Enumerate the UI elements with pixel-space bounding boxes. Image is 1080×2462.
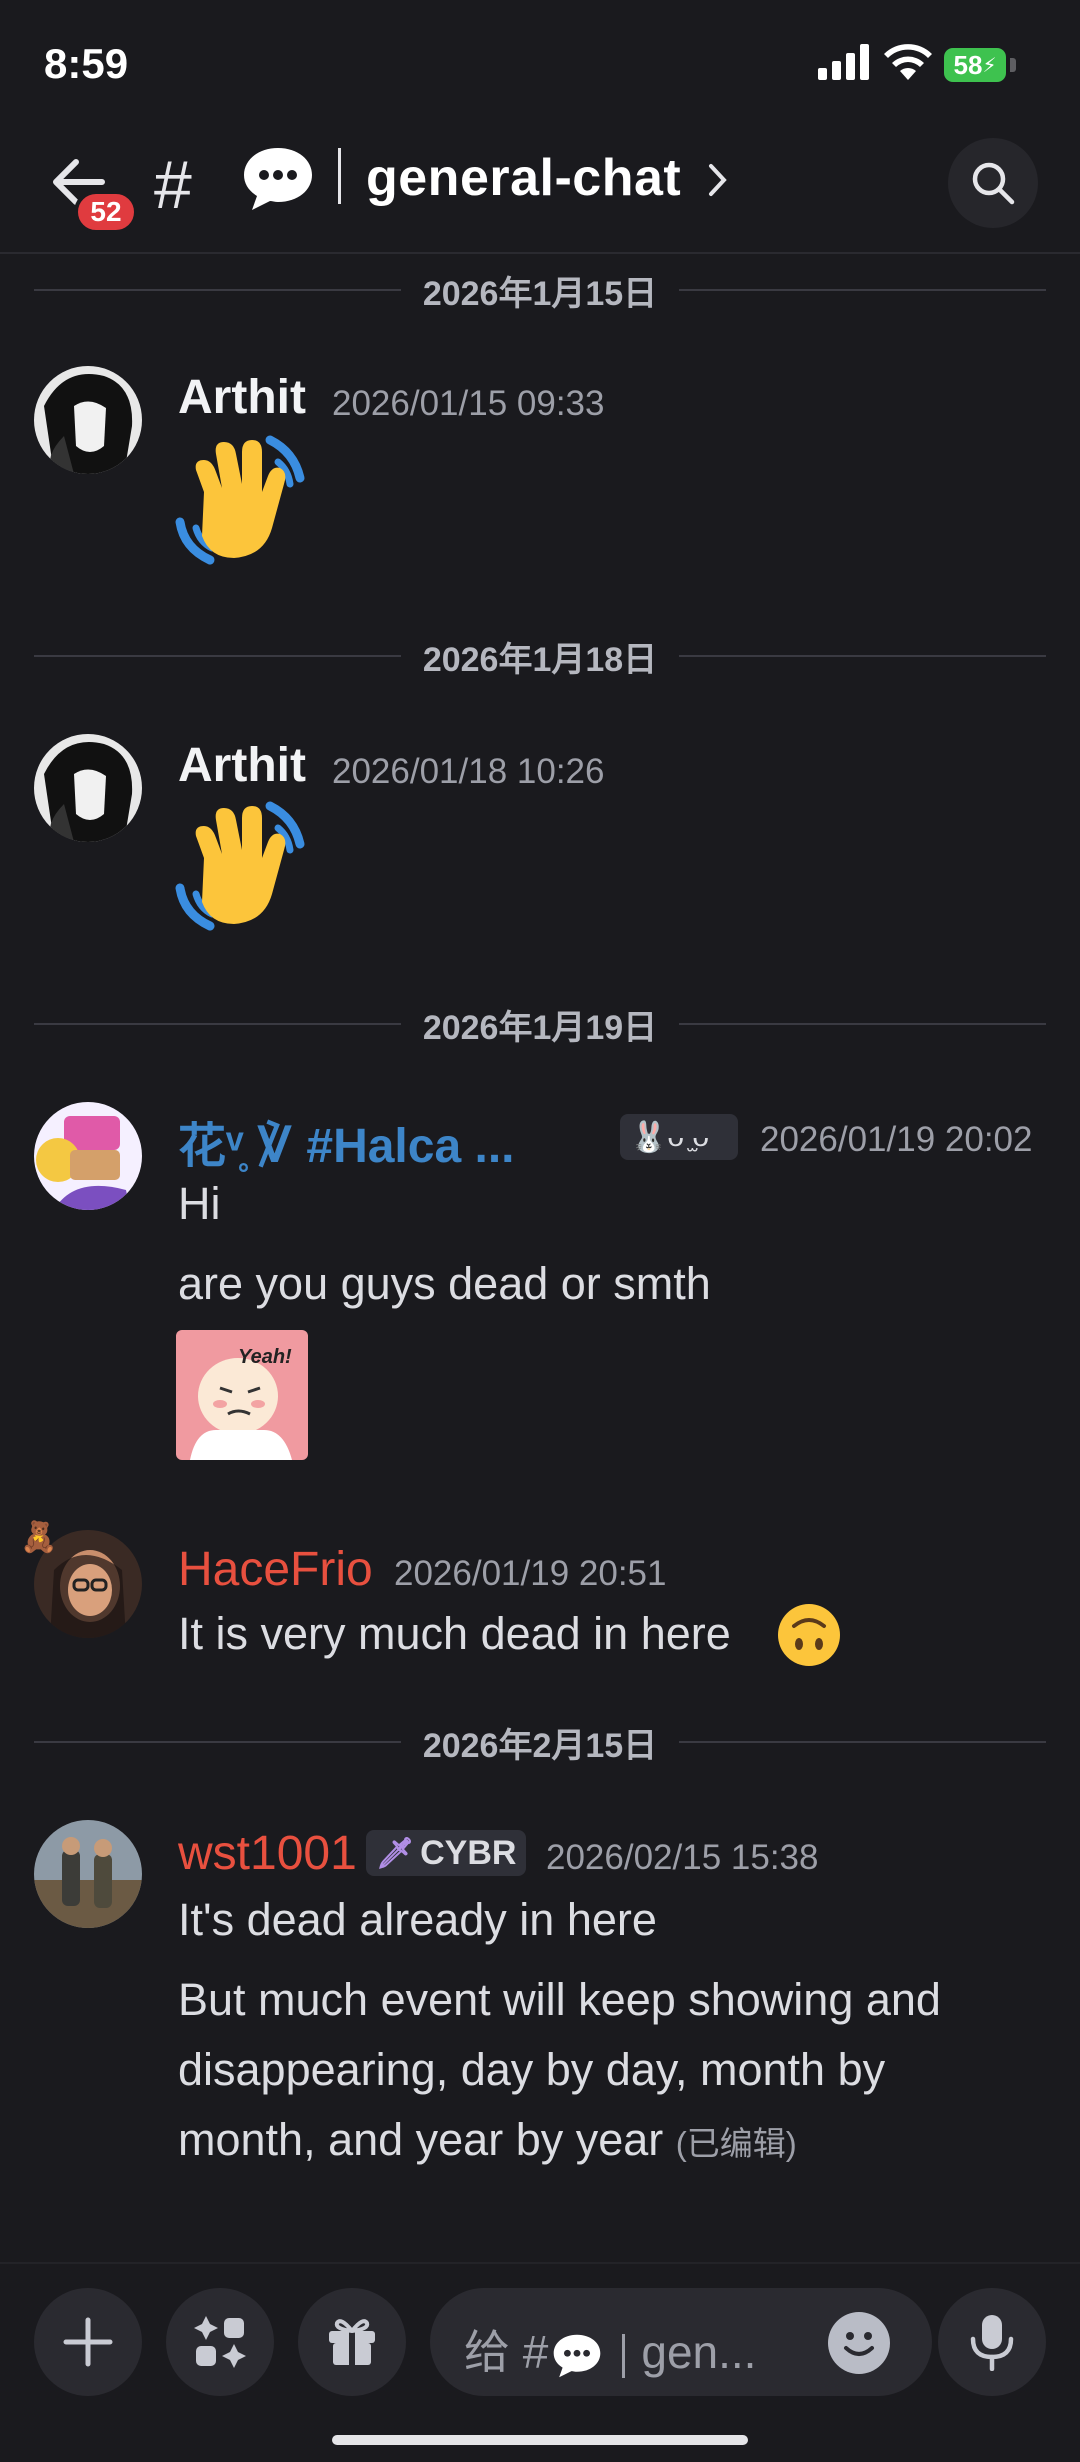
status-bar: 8:59 58 ⚡	[0, 0, 1080, 130]
date-separator-label: 2026年1月19日	[422, 1008, 658, 1047]
voice-message-button[interactable]	[938, 2288, 1046, 2396]
waving-hand-emoji	[175, 801, 305, 931]
timestamp: 2026/02/15 15:38	[546, 1838, 819, 1877]
chevron-right-icon[interactable]	[706, 160, 730, 200]
message-text: disappearing, day by day, month by	[178, 2044, 886, 2095]
date-separator: 2026年1月15日	[34, 270, 1046, 313]
cellular-signal-icon	[818, 44, 869, 80]
user-tag: 🗡 CYBR	[366, 1830, 527, 1876]
waving-hand-emoji	[175, 435, 305, 565]
battery-level: 58	[953, 49, 983, 80]
channel-header: 52 # general-chat	[0, 130, 1080, 254]
message-text: It's dead already in here	[178, 1894, 657, 1945]
message-input[interactable]: 给 # gen...	[430, 2288, 932, 2396]
date-separator-label: 2026年1月18日	[422, 640, 658, 679]
microphone-icon	[970, 2315, 1014, 2371]
search-button[interactable]	[948, 138, 1038, 228]
bunny-icon: 🐰	[630, 1120, 668, 1154]
home-indicator[interactable]	[332, 2435, 748, 2445]
battery-tip	[1010, 58, 1016, 72]
date-separator-label: 2026年2月15日	[422, 1726, 658, 1765]
gift-button[interactable]	[298, 2288, 406, 2396]
message-text: But much event will keep showing and	[178, 1974, 941, 2025]
date-separator-label: 2026年1月15日	[422, 274, 658, 313]
channel-name[interactable]: general-chat	[366, 148, 681, 208]
gift-icon	[329, 2319, 375, 2365]
plus-icon	[63, 2317, 113, 2367]
timestamp: 2026/01/18 10:26	[332, 752, 605, 791]
message-text: month, and year by year (已编辑)	[178, 2114, 797, 2165]
status-time: 8:59	[44, 40, 129, 87]
timestamp: 2026/01/19 20:51	[394, 1554, 667, 1593]
author-name[interactable]: HaceFrio	[178, 1542, 373, 1597]
search-icon	[972, 162, 1015, 205]
emoji-picker-button[interactable]	[828, 2312, 890, 2374]
avatar-decoration: 🧸	[20, 1521, 58, 1554]
message-input-placeholder: 给 # gen...	[464, 2326, 757, 2378]
wifi-icon	[884, 44, 932, 80]
author-name[interactable]: wst1001	[178, 1826, 357, 1881]
add-attachment-button[interactable]	[34, 2288, 142, 2396]
smiley-icon	[844, 2332, 874, 2356]
timestamp: 2026/01/19 20:02	[760, 1120, 1033, 1159]
sticker-caption: Yeah!	[238, 1346, 292, 1368]
apps-icon	[194, 2316, 246, 2368]
author-name[interactable]: Arthit	[178, 738, 306, 793]
sword-icon: 🗡	[376, 1836, 415, 1870]
author-name[interactable]: 花ᵛ̥ ℣ #Halca ...	[178, 1106, 515, 1176]
header-divider	[338, 148, 341, 204]
battery-icon: 58 ⚡	[944, 48, 1006, 82]
date-separator: 2026年1月19日	[34, 1004, 1046, 1047]
avatar[interactable]	[34, 1102, 142, 1210]
speech-bubble-icon	[554, 2334, 601, 2378]
composer-bar: 给 # gen...	[0, 2262, 1080, 2462]
message-text: It is very much dead in here	[178, 1608, 731, 1659]
upside-down-face-emoji	[778, 1604, 840, 1666]
edited-label: (已编辑)	[675, 2125, 797, 2162]
hashtag-icon: #	[154, 147, 192, 223]
speech-bubble-icon	[244, 148, 312, 210]
message-text: are you guys dead or smth	[178, 1258, 711, 1309]
date-separator: 2026年2月15日	[34, 1722, 1046, 1765]
timestamp: 2026/01/15 09:33	[332, 384, 605, 423]
date-separator: 2026年1月18日	[34, 636, 1046, 679]
message-text: Hi	[178, 1178, 221, 1229]
sticker[interactable]: Yeah!	[176, 1330, 308, 1460]
author-name[interactable]: Arthit	[178, 370, 306, 425]
avatar[interactable]	[34, 734, 142, 842]
apps-button[interactable]	[166, 2288, 274, 2396]
unread-badge: 52	[74, 190, 138, 234]
avatar[interactable]	[34, 1820, 142, 1928]
avatar[interactable]	[34, 366, 142, 474]
user-tag: 🐰 ᴗ ̫ᴗ	[620, 1114, 738, 1160]
